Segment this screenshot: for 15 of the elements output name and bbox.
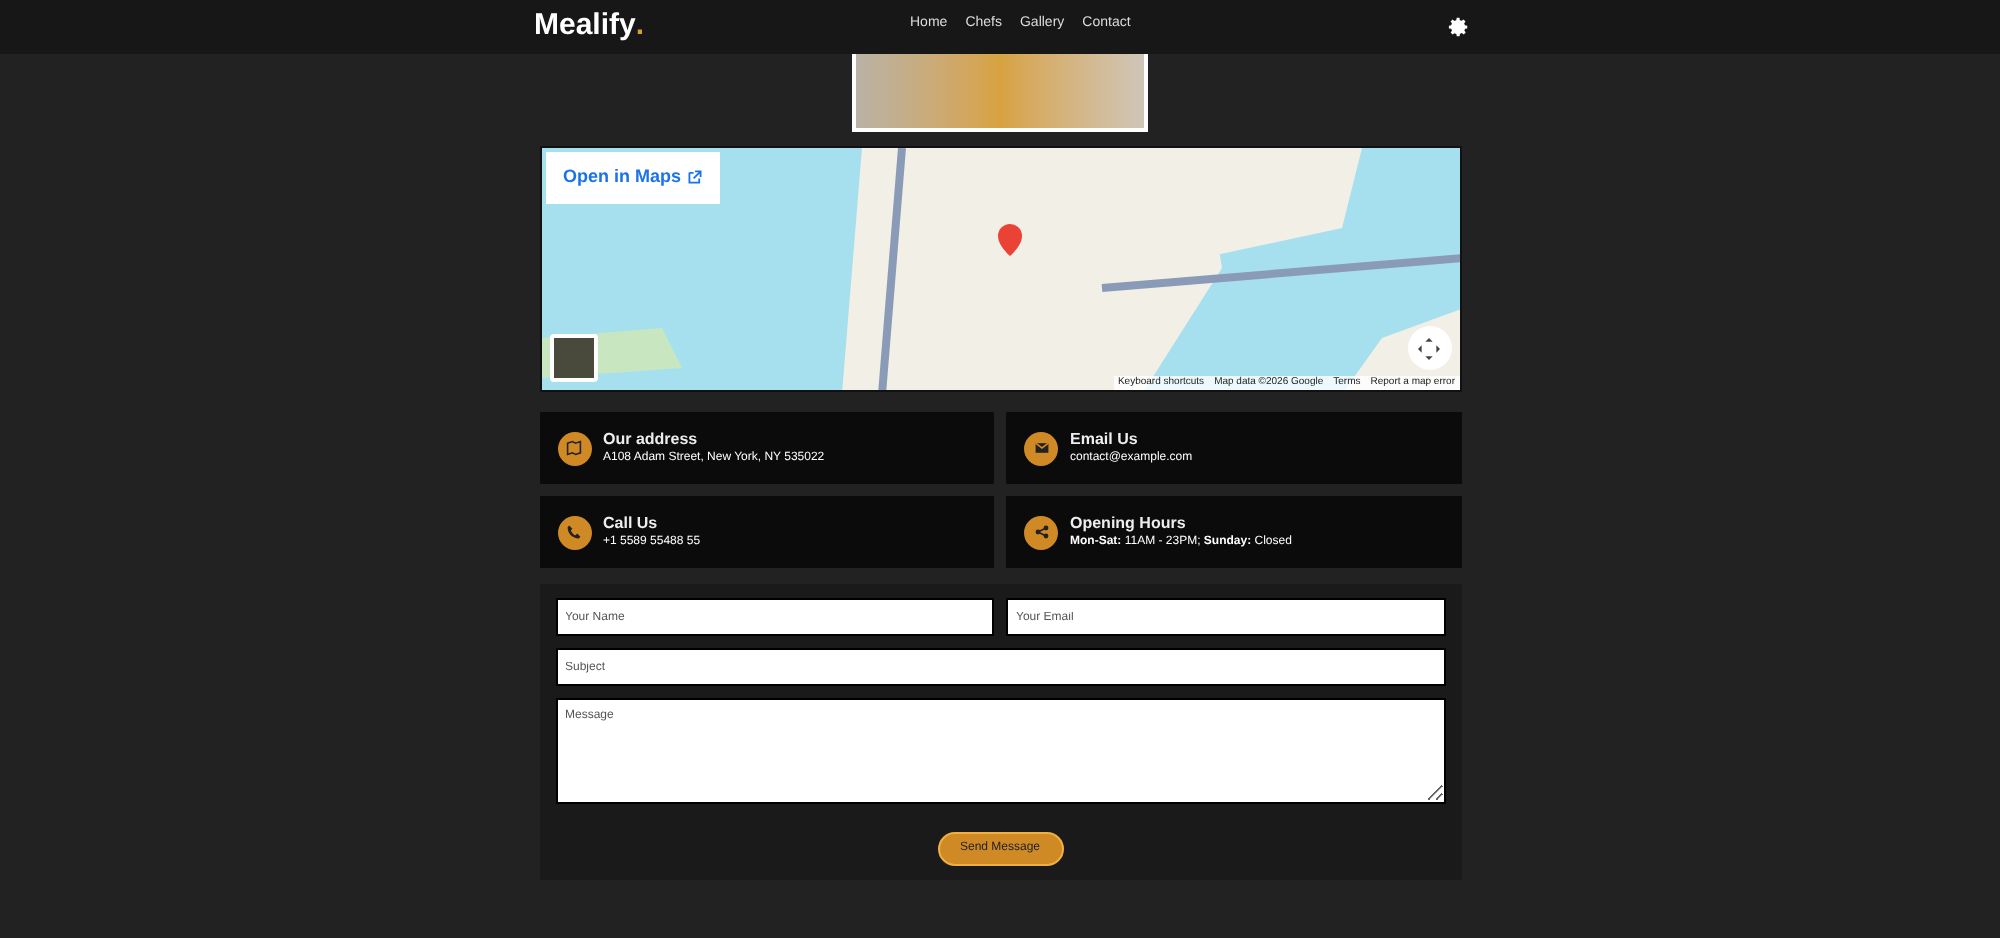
card-title: Opening Hours bbox=[1070, 514, 1188, 532]
logo-dot: . bbox=[635, 6, 645, 47]
open-in-maps-link[interactable]: Open in Maps bbox=[545, 152, 720, 203]
share-icon bbox=[1033, 524, 1049, 540]
satellite-toggle-button[interactable] bbox=[549, 334, 597, 382]
settings-icon[interactable] bbox=[1448, 16, 1470, 38]
logo[interactable]: Mealify bbox=[534, 4, 636, 50]
card-title: Email Us bbox=[1070, 430, 1140, 448]
expand-icon bbox=[1418, 337, 1440, 359]
phone-icon bbox=[566, 524, 582, 540]
card-title: Call Us bbox=[603, 514, 660, 532]
external-link-icon bbox=[687, 170, 702, 185]
card-title: Our address bbox=[603, 430, 700, 448]
map-icon bbox=[566, 440, 582, 456]
envelope-icon bbox=[1033, 440, 1049, 456]
